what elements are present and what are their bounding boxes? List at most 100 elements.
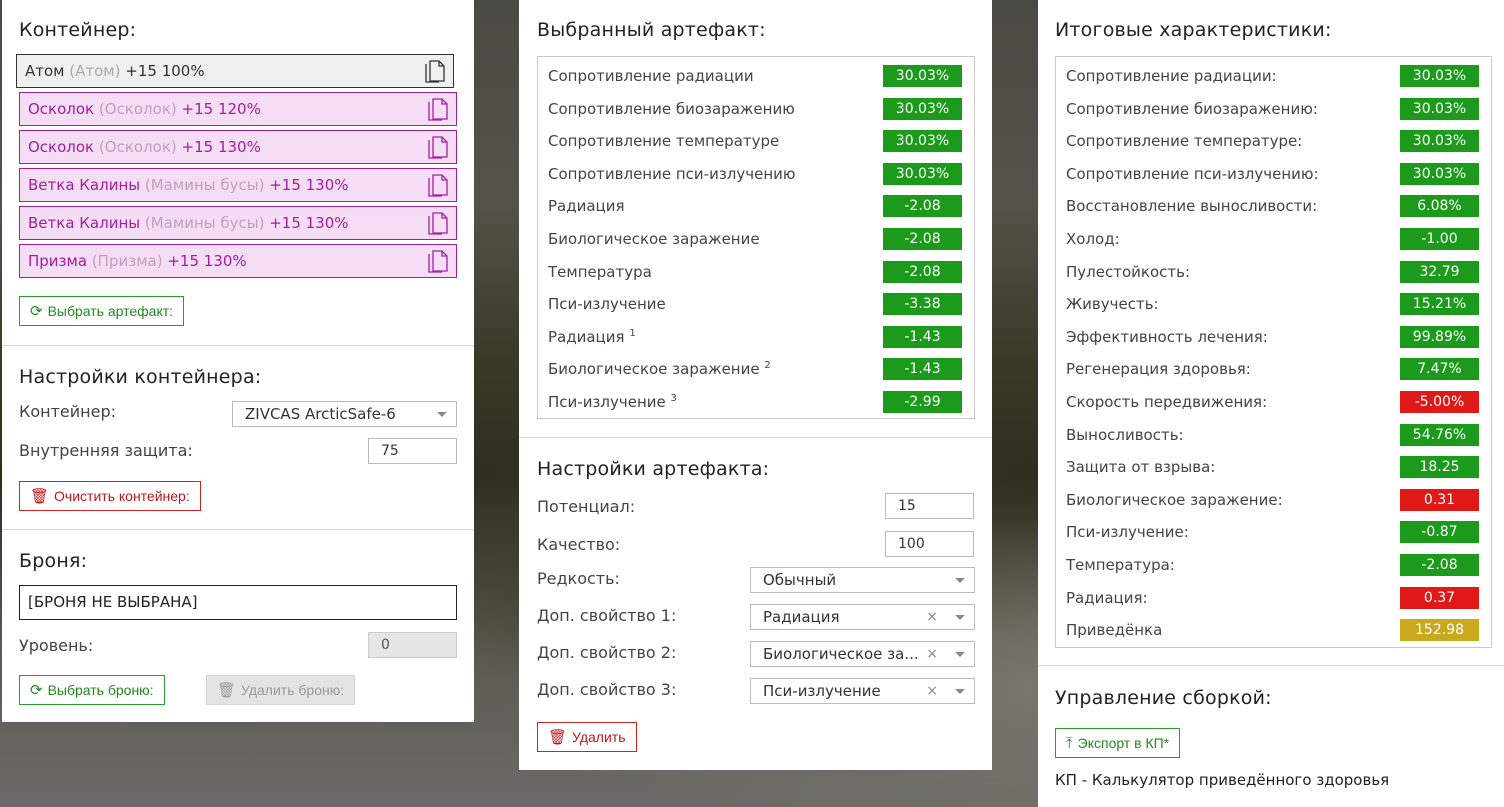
stat-value: -1.00 bbox=[1400, 228, 1479, 250]
stat-value: -1.43 bbox=[883, 358, 962, 381]
container-settings-title: Настройки контейнера: bbox=[19, 366, 262, 388]
stat-footnote-mark: 2 bbox=[764, 360, 771, 372]
stat-value: 30.03% bbox=[883, 130, 962, 153]
build-title: Управление сборкой: bbox=[1055, 687, 1272, 709]
stat-value: 99.89% bbox=[1400, 325, 1479, 348]
stat-label: Пси-излучение 3 bbox=[548, 393, 677, 411]
footnote: КП - Калькулятор приведённого здоровья bbox=[1055, 771, 1390, 789]
rarity-label: Редкость: bbox=[537, 569, 620, 588]
copy-icon[interactable] bbox=[428, 250, 448, 273]
totals-stats: Сопротивление радиации: 30.03% Сопротивлен… bbox=[1055, 56, 1492, 648]
quality-input[interactable]: 100 bbox=[885, 531, 974, 557]
stat-label: Сопротивление температуре bbox=[548, 132, 780, 151]
slot-alias: (Осколок) bbox=[98, 138, 177, 156]
stat-value: -2.08 bbox=[883, 228, 962, 250]
stat-label: Приведёнка bbox=[1066, 621, 1163, 640]
trash-icon: 🗑 bbox=[548, 729, 568, 746]
select-artifact-button[interactable]: ⟳ Выбрать артефакт: bbox=[19, 296, 185, 326]
inner-protection-input[interactable]: 75 bbox=[368, 438, 457, 464]
stat-label: Биологическое заражение: bbox=[1066, 490, 1283, 509]
container-slot[interactable]: Осколок (Осколок) +15 120% bbox=[19, 92, 457, 126]
copy-icon[interactable] bbox=[428, 98, 448, 121]
stat-label: Температура bbox=[548, 262, 652, 281]
divider bbox=[2, 529, 474, 530]
stat-value: 30.03% bbox=[883, 97, 962, 120]
level-input[interactable]: 0 bbox=[368, 632, 457, 658]
divider bbox=[2, 345, 474, 346]
stat-label: Пси-излучение bbox=[548, 295, 666, 314]
stat-row: Восстановление выносливости: 6.08% bbox=[1056, 191, 1491, 224]
stat-value: -2.08 bbox=[883, 195, 962, 218]
stat-label: Сопротивление температуре: bbox=[1066, 132, 1303, 151]
stat-row: Сопротивление биозаражению: 30.03% bbox=[1056, 94, 1491, 127]
container-panel: Контейнер: Атом (Атом) +15 100% Осколок (… bbox=[2, 0, 474, 722]
stat-value: 7.47% bbox=[1400, 358, 1479, 381]
stat-value: 30.03% bbox=[883, 65, 962, 87]
stat-label: Температура: bbox=[1066, 556, 1175, 574]
extra3-select[interactable]: Пси-излучение × bbox=[750, 678, 975, 704]
stat-value: 30.03% bbox=[1400, 97, 1479, 120]
stat-value: 152.98 bbox=[1400, 619, 1479, 642]
extra1-select[interactable]: Радиация × bbox=[750, 604, 975, 630]
stat-value: -5.00% bbox=[1400, 391, 1479, 413]
stat-label: Биологическое заражение bbox=[548, 230, 760, 248]
stat-row: Биологическое заражение: 0.31 bbox=[1056, 485, 1491, 518]
stat-row: Сопротивление биозаражению 30.03% bbox=[538, 94, 974, 127]
artifact-panel: Выбранный артефакт: Сопротивление радиац… bbox=[519, 0, 992, 770]
totals-title: Итоговые характеристики: bbox=[1055, 19, 1332, 41]
slot-name: Призма bbox=[28, 252, 88, 270]
stat-row: Скорость передвижения: -5.00% bbox=[1056, 387, 1491, 420]
stat-row: Радиация: 0.37 bbox=[1056, 583, 1491, 616]
stat-label: Сопротивление биозаражению: bbox=[1066, 99, 1318, 118]
armor-field[interactable]: [БРОНЯ НЕ ВЫБРАНА] bbox=[19, 585, 457, 620]
container-slot[interactable]: Ветка Калины (Мамины бусы) +15 130% bbox=[19, 206, 457, 240]
delete-artifact-button[interactable]: 🗑 Удалить bbox=[537, 722, 637, 752]
extra2-label: Доп. свойство 2: bbox=[537, 643, 677, 662]
copy-icon[interactable] bbox=[428, 174, 448, 197]
container-slot[interactable]: Ветка Калины (Мамины бусы) +15 130% bbox=[19, 168, 457, 202]
stat-value: 30.03% bbox=[883, 162, 962, 185]
artifact-settings-title: Настройки артефакта: bbox=[537, 458, 770, 480]
clear-icon[interactable]: × bbox=[926, 679, 938, 703]
stat-label: Эффективность лечения: bbox=[1066, 327, 1268, 346]
stat-row: Радиация 1 -1.43 bbox=[538, 322, 974, 355]
container-slot[interactable]: Призма (Призма) +15 130% bbox=[19, 244, 457, 278]
delete-armor-button[interactable]: 🗑 Удалить броню: bbox=[206, 675, 356, 705]
stat-value: 18.25 bbox=[1400, 456, 1479, 479]
stat-label: Живучесть: bbox=[1066, 295, 1159, 314]
stat-value: 32.79 bbox=[1400, 260, 1479, 283]
stat-value: 30.03% bbox=[1400, 130, 1479, 153]
container-slot[interactable]: Осколок (Осколок) +15 130% bbox=[19, 130, 457, 164]
divider bbox=[519, 437, 992, 438]
copy-icon[interactable] bbox=[428, 136, 448, 159]
refresh-icon: ⟳ bbox=[30, 303, 43, 320]
stat-row: Пси-излучение: -0.87 bbox=[1056, 517, 1491, 550]
extra2-select[interactable]: Биологическое за... × bbox=[750, 641, 975, 667]
select-armor-button[interactable]: ⟳ Выбрать броню: bbox=[19, 675, 165, 705]
stat-label: Сопротивление пси-излучению: bbox=[1066, 164, 1319, 183]
stat-value: -0.87 bbox=[1400, 521, 1479, 544]
clear-icon[interactable]: × bbox=[926, 642, 938, 666]
container-slot[interactable]: Атом (Атом) +15 100% bbox=[16, 54, 454, 88]
stat-label: Сопротивление радиации: bbox=[1066, 67, 1277, 85]
stat-row: Сопротивление температуре 30.03% bbox=[538, 126, 974, 159]
copy-icon[interactable] bbox=[428, 212, 448, 235]
rarity-select[interactable]: Обычный bbox=[750, 567, 975, 593]
stat-row: Защита от взрыва: 18.25 bbox=[1056, 452, 1491, 485]
stat-row: Радиация -2.08 bbox=[538, 191, 974, 224]
clear-container-button[interactable]: 🗑 Очистить контейнер: bbox=[19, 481, 201, 511]
stat-label: Биологическое заражение 2 bbox=[548, 360, 771, 379]
container-select[interactable]: ZIVCAS ArcticSafe-6 bbox=[232, 401, 457, 427]
export-button[interactable]: ⤒ Экспорт в КП* bbox=[1055, 728, 1181, 758]
copy-icon[interactable] bbox=[425, 60, 445, 83]
potential-input[interactable]: 15 bbox=[885, 493, 974, 519]
clear-icon[interactable]: × bbox=[926, 605, 938, 629]
stat-row: Сопротивление пси-излучению: 30.03% bbox=[1056, 159, 1491, 192]
stat-row: Регенерация здоровья: 7.47% bbox=[1056, 354, 1491, 387]
upload-icon: ⤒ bbox=[1066, 735, 1073, 752]
stat-value: 30.03% bbox=[1400, 162, 1479, 185]
extra3-label: Доп. свойство 3: bbox=[537, 680, 677, 699]
stat-value: -3.38 bbox=[883, 293, 962, 316]
stat-row: Холод: -1.00 bbox=[1056, 224, 1491, 257]
inner-protection-label: Внутренняя защита: bbox=[19, 441, 193, 460]
